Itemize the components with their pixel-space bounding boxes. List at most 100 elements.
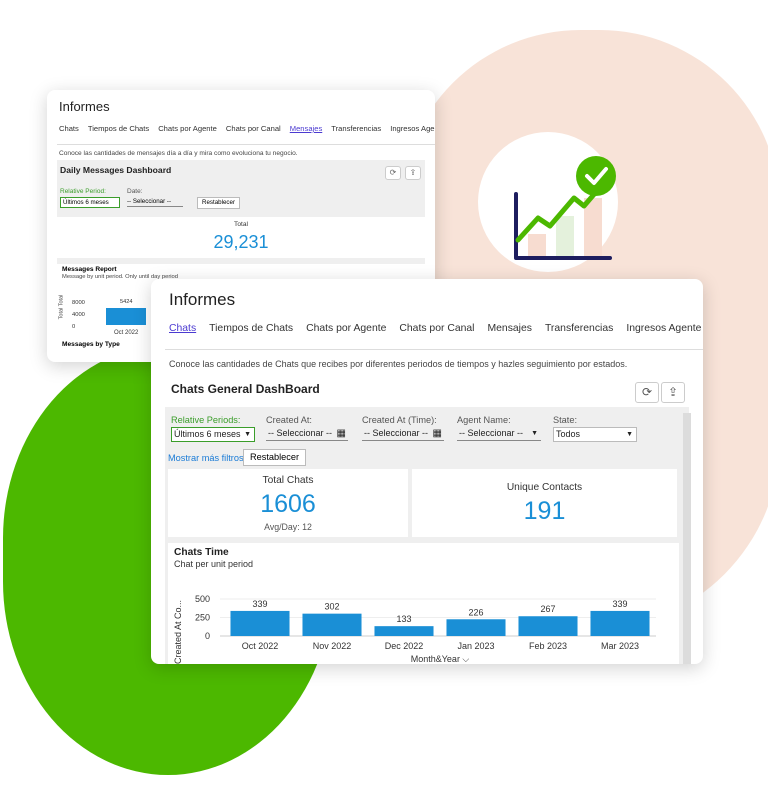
chevron-down-icon: ▼ (626, 431, 633, 438)
refresh-button[interactable]: ⟳ (635, 382, 659, 403)
messages-report-title: Messages Report (62, 266, 117, 273)
tab-ingresos-agente[interactable]: Ingresos Agente (626, 323, 701, 334)
y-tick-label: 250 (195, 613, 210, 623)
page-title: Informes (169, 290, 236, 309)
messages-tick: 0 (72, 324, 76, 330)
messages-bar (106, 308, 146, 325)
unique-contacts-value: 191 (523, 497, 566, 525)
calendar-icon: ▦ (336, 428, 346, 439)
messages-bar-label: 5424 (120, 299, 133, 305)
x-tick-label: Jan 2023 (457, 641, 494, 651)
relative-period-label: Relative Period: (60, 188, 106, 195)
report-tabs: Chats Tiempos de Chats Chats por Agente … (59, 124, 435, 133)
total-label: Total (234, 221, 248, 228)
unique-contacts-tile: Unique Contacts 191 (412, 469, 677, 537)
x-tick-label: Nov 2022 (313, 641, 352, 651)
avg-per-day: Avg/Day: 12 (264, 522, 312, 532)
bar[interactable] (302, 613, 362, 636)
reset-button[interactable]: Restablecer (197, 197, 241, 209)
chevron-down-icon: ▼ (531, 430, 538, 437)
y-axis-label: Created At Co... (173, 600, 183, 664)
messages-category: Oct 2022 (114, 330, 139, 336)
date-select[interactable]: -- Seleccionar -- (127, 197, 183, 207)
dashboard-title: Daily Messages Dashboard (60, 165, 172, 175)
tab-mensajes[interactable]: Mensajes (290, 124, 323, 133)
created-at-time-value: -- Seleccionar -- (364, 428, 429, 438)
relative-periods-label: Relative Periods: (171, 415, 241, 425)
bar[interactable] (230, 610, 290, 636)
growth-chart-icon (514, 156, 616, 260)
tab-chats-por-agente[interactable]: Chats por Agente (158, 124, 217, 133)
x-tick-label: Feb 2023 (529, 641, 567, 651)
tab-mensajes[interactable]: Mensajes (487, 323, 531, 334)
chevron-down-icon: ▼ (244, 431, 251, 438)
tab-chats-por-agente[interactable]: Chats por Agente (306, 323, 386, 334)
total-chats-tile: Total Chats 1606 Avg/Day: 12 (168, 469, 408, 537)
calendar-icon: ▦ (432, 428, 442, 439)
tab-transferencias[interactable]: Transferencias (331, 124, 381, 133)
messages-by-type-title: Messages by Type (62, 341, 120, 348)
chats-time-chart: Chats Time Chat per unit period Created … (168, 543, 679, 664)
bar-value-label: 267 (540, 604, 555, 614)
tab-tiempos-de-chats[interactable]: Tiempos de Chats (209, 323, 293, 334)
relative-period-select[interactable]: Últimos 6 meses (60, 197, 120, 208)
tab-chats-por-canal[interactable]: Chats por Canal (399, 323, 474, 334)
growth-illustration (478, 132, 618, 272)
messages-tick: 4000 (72, 312, 85, 318)
tab-chats[interactable]: Chats (59, 124, 79, 133)
created-at-field[interactable]: -- Seleccionar -- ▦ (266, 427, 348, 441)
bar[interactable] (590, 610, 650, 636)
check-icon (576, 156, 616, 196)
tab-ingresos-agente[interactable]: Ingresos Agente (390, 124, 435, 133)
relative-periods-value: Últimos 6 meses (174, 429, 241, 439)
divider (165, 349, 703, 350)
share-button[interactable]: ⇪ (405, 166, 421, 180)
x-tick-label: Mar 2023 (601, 641, 639, 651)
bar-value-label: 339 (612, 599, 627, 609)
total-tile: Total 29,231 (57, 217, 425, 258)
state-select[interactable]: Todos ▼ (553, 427, 637, 442)
bar[interactable] (518, 616, 578, 636)
created-at-label: Created At: (266, 415, 312, 425)
bar-value-label: 339 (252, 599, 267, 609)
tab-chats[interactable]: Chats (169, 323, 196, 334)
refresh-button[interactable]: ⟳ (385, 166, 401, 180)
bar-chart: Created At Co... 500 250 0 339 Oct 2022 302 Nov… (173, 594, 656, 664)
bar[interactable] (374, 626, 434, 636)
created-at-value: -- Seleccionar -- (268, 428, 333, 438)
divider (57, 144, 435, 145)
bar-value-label: 133 (396, 614, 411, 624)
dashboard-title: Chats General DashBoard (171, 382, 320, 396)
total-chats-label: Total Chats (262, 475, 314, 486)
share-icon: ⇪ (667, 385, 679, 399)
date-label: Date: (127, 188, 143, 195)
tab-chats-por-canal[interactable]: Chats por Canal (226, 124, 281, 133)
vertical-scrollbar[interactable] (683, 413, 691, 664)
x-tick-label: Dec 2022 (385, 641, 424, 651)
chats-report-window: Informes Chats Tiempos de Chats Chats po… (151, 279, 703, 664)
state-label: State: (553, 415, 578, 425)
y-tick-label: 500 (195, 594, 210, 604)
more-filters-link[interactable]: Mostrar más filtros (168, 453, 244, 463)
x-tick-label: Oct 2022 (242, 641, 279, 651)
share-button[interactable]: ⇪ (661, 382, 685, 403)
messages-tick: 8000 (72, 300, 85, 306)
dashboard-panel: Chats General DashBoard ⟳ ⇪ Relative Per… (165, 376, 691, 664)
created-at-time-field[interactable]: -- Seleccionar -- ▦ (362, 427, 444, 441)
unique-contacts-label: Unique Contacts (506, 482, 583, 493)
total-value: 29,231 (213, 232, 269, 252)
total-chats-value: 1606 (260, 490, 316, 518)
bar-value-label: 226 (468, 607, 483, 617)
x-axis-label[interactable]: Month&Year ⌵ (411, 654, 470, 664)
reset-button[interactable]: Restablecer (243, 449, 307, 466)
messages-y-axis-label: Total Total (58, 294, 65, 320)
page-description: Conoce las cantidades de mensajes día a … (59, 150, 298, 157)
dashboard-header: Chats General DashBoard ⟳ ⇪ (165, 376, 689, 407)
agent-name-select[interactable]: -- Seleccionar -- ▼ (457, 427, 541, 441)
tab-transferencias[interactable]: Transferencias (545, 323, 613, 334)
created-at-time-label: Created At (Time): (362, 415, 437, 425)
agent-name-value: -- Seleccionar -- (459, 428, 524, 438)
bar[interactable] (446, 619, 506, 636)
tab-tiempos-de-chats[interactable]: Tiempos de Chats (88, 124, 149, 133)
relative-periods-select[interactable]: Últimos 6 meses ▼ (171, 427, 255, 442)
